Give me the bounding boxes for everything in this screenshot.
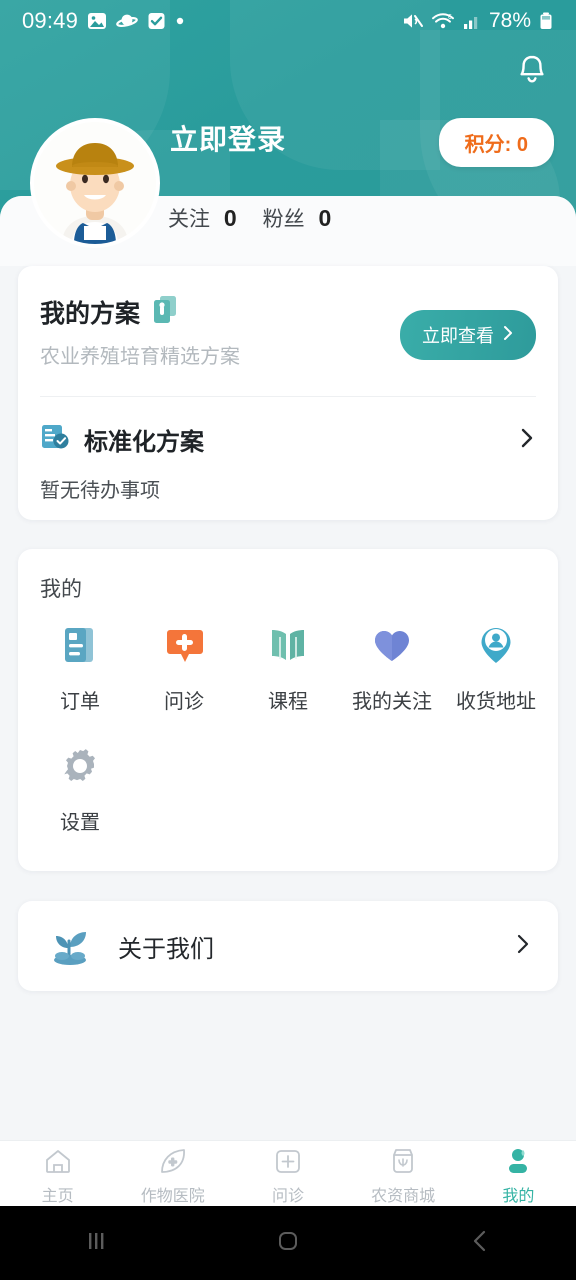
about-us-card[interactable]: 关于我们 (18, 901, 558, 991)
system-navigation-bar (0, 1206, 576, 1280)
wifi-icon: 6 (431, 11, 455, 31)
chevron-right-icon (514, 930, 532, 963)
mine-section-card: 我的 订单 问诊 课程 我的关注 收货地址 设置 (18, 549, 558, 871)
nav-item-consultation[interactable]: 问诊 (238, 1145, 338, 1206)
nav-item-crop-hospital[interactable]: 作物医院 (123, 1145, 223, 1206)
nav-item-mine[interactable]: 我的 (468, 1145, 568, 1206)
back-chevron-icon[interactable] (463, 1224, 497, 1263)
plan-subtitle: 农业养殖培育精选方案 (40, 346, 240, 368)
profile-icon (503, 1145, 533, 1177)
login-label: 立即登录 (170, 124, 287, 155)
battery-icon (538, 11, 554, 31)
nav-item-home[interactable]: 主页 (8, 1145, 108, 1206)
checkbox-icon (147, 11, 166, 31)
heart-icon (364, 617, 420, 673)
following-stat[interactable]: 关注 0 (168, 203, 237, 233)
bottom-navigation: 主页 作物医院 问诊 农资商城 我的 (0, 1140, 576, 1206)
follow-stats: 关注 0 粉丝 0 (168, 203, 331, 233)
view-plan-button[interactable]: 立即查看 (400, 310, 536, 360)
about-us-row[interactable]: 关于我们 (44, 901, 532, 991)
nav-item-agri-store[interactable]: 农资商城 (353, 1145, 453, 1206)
grid-label: 课程 (268, 691, 308, 713)
view-plan-label: 立即查看 (422, 326, 494, 346)
plan-card-header: 我的方案 (40, 294, 180, 330)
chevron-right-icon (518, 424, 536, 457)
grid-item-settings[interactable]: 设置 (28, 738, 132, 835)
followers-count: 0 (318, 205, 332, 231)
grid-label: 订单 (60, 691, 100, 713)
order-icon (52, 617, 108, 673)
nav-label: 我的 (502, 1188, 535, 1205)
login-prompt[interactable]: 立即登录 (170, 118, 286, 158)
course-icon (260, 617, 316, 673)
image-icon (87, 11, 107, 31)
followers-label: 粉丝 (262, 208, 305, 231)
plan-title: 我的方案 (40, 300, 141, 328)
grid-item-my-follows[interactable]: 我的关注 (340, 617, 444, 714)
mine-section-title: 我的 (40, 578, 82, 601)
card-divider (40, 396, 536, 397)
dot-icon (175, 16, 185, 26)
svg-text:6: 6 (448, 14, 452, 21)
plan-document-icon (152, 295, 180, 330)
empty-todo-text: 暂无待办事项 (40, 480, 160, 502)
grid-item-address[interactable]: 收货地址 (444, 617, 548, 714)
followers-stat[interactable]: 粉丝 0 (263, 203, 332, 233)
mute-icon (402, 11, 424, 31)
grid-item-course[interactable]: 课程 (236, 617, 340, 714)
consult-icon (156, 617, 212, 673)
saturn-icon (116, 11, 138, 31)
battery-percent: 78% (488, 9, 531, 32)
standard-plan-row[interactable]: 标准化方案 (40, 418, 536, 460)
points-badge[interactable]: 积分: 0 (438, 118, 554, 167)
agri-store-icon (388, 1145, 418, 1177)
status-bar-left: 09:49 (22, 8, 185, 34)
recents-icon[interactable] (79, 1224, 113, 1263)
standard-plan-label: 标准化方案 (84, 428, 204, 456)
nav-label: 农资商城 (371, 1188, 436, 1205)
my-plan-card: 我的方案 农业养殖培育精选方案 立即查看 标准化方案 暂无待办事项 (18, 266, 558, 520)
signal-icon (462, 11, 482, 31)
grid-label: 我的关注 (352, 691, 432, 713)
nav-label: 问诊 (271, 1188, 304, 1205)
grid-item-consult[interactable]: 问诊 (132, 617, 236, 714)
avatar[interactable] (30, 118, 160, 248)
chevron-right-icon (502, 325, 514, 346)
about-us-label: 关于我们 (118, 935, 214, 963)
grid-item-order[interactable]: 订单 (28, 617, 132, 714)
notification-bell-icon[interactable] (510, 48, 554, 92)
gear-icon (52, 738, 108, 794)
consultation-plus-icon (273, 1145, 303, 1177)
following-label: 关注 (168, 208, 210, 231)
app-screen: 09:49 6 78% 立即登录 积分: 0 关注 0 粉丝 0 我的方案 农业… (0, 0, 576, 1280)
grid-label: 问诊 (164, 691, 204, 713)
status-bar: 09:49 6 78% (0, 0, 576, 42)
nav-label: 主页 (41, 1188, 74, 1205)
home-square-icon[interactable] (271, 1224, 305, 1263)
status-bar-right: 6 78% (402, 9, 554, 33)
status-time: 09:49 (22, 8, 79, 33)
location-icon (468, 617, 524, 673)
crop-hospital-icon (158, 1145, 188, 1177)
mine-grid: 订单 问诊 课程 我的关注 收货地址 设置 (28, 617, 548, 859)
home-icon (43, 1145, 73, 1177)
grid-label: 收货地址 (456, 691, 536, 713)
standard-plan-icon (40, 422, 70, 457)
nav-label: 作物医院 (140, 1188, 205, 1205)
following-count: 0 (223, 205, 237, 231)
sprout-icon (44, 921, 96, 972)
grid-label: 设置 (60, 812, 100, 834)
